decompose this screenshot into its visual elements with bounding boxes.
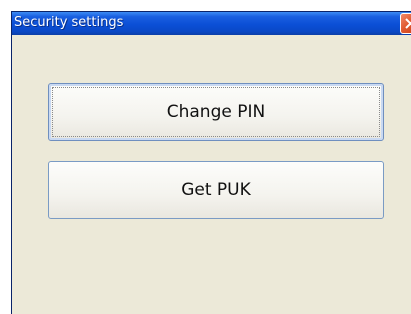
close-icon xyxy=(405,18,411,29)
close-button[interactable] xyxy=(400,13,411,34)
security-settings-window: Security settings Change PIN Get PUK xyxy=(11,11,411,314)
window-title: Security settings xyxy=(14,15,124,30)
title-bar[interactable]: Security settings xyxy=(12,12,411,35)
get-puk-button[interactable]: Get PUK xyxy=(48,161,384,219)
change-pin-button[interactable]: Change PIN xyxy=(48,83,384,141)
